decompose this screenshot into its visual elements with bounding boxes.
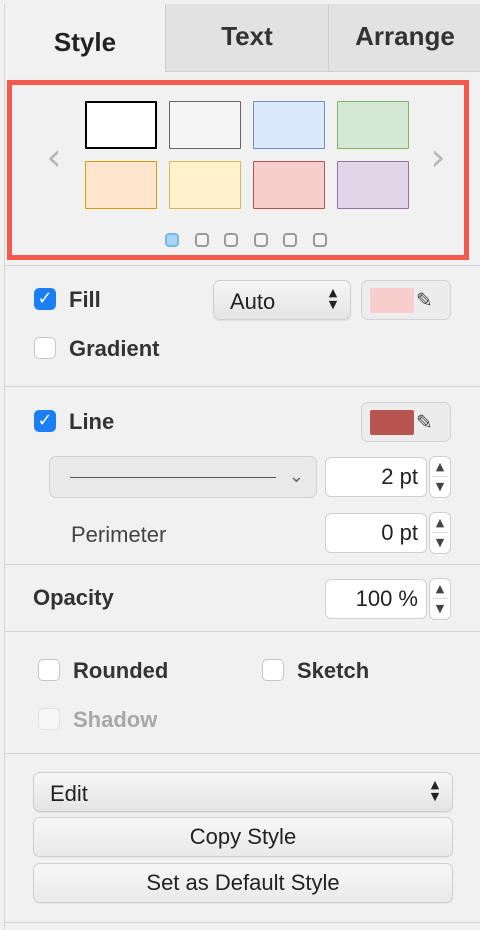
palette-page-dot[interactable] [283, 233, 297, 247]
style-swatch[interactable] [337, 161, 409, 209]
shadow-label: Shadow [73, 707, 158, 732]
eyedropper-icon[interactable]: ✎ [416, 288, 440, 312]
line-checkbox[interactable]: ✓ [34, 410, 56, 432]
perimeter-stepper[interactable]: ▲ ▼ [429, 512, 451, 554]
line-width-stepper[interactable]: ▲ ▼ [429, 456, 451, 498]
sketch-label: Sketch [297, 658, 370, 683]
style-swatch[interactable] [169, 161, 241, 209]
edit-select[interactable]: Edit ▲ ▼ [33, 772, 453, 812]
eyedropper-icon[interactable]: ✎ [416, 410, 440, 434]
tab-arrange[interactable]: Arrange [328, 4, 480, 72]
style-swatch[interactable] [85, 161, 157, 209]
opacity-label: Opacity [33, 585, 114, 610]
divider [5, 265, 480, 266]
palette-page-dot[interactable] [194, 233, 209, 247]
style-swatch[interactable] [253, 101, 325, 149]
chevron-left-icon[interactable]: ‹ [42, 137, 66, 177]
style-swatch[interactable] [253, 161, 325, 209]
fill-mode-select[interactable]: Auto ▲ ▼ [213, 280, 351, 320]
fill-color-swatch [370, 288, 414, 313]
tab-text-label: Text [221, 21, 273, 51]
palette-page-dot[interactable] [253, 233, 268, 247]
fill-label: Fill [69, 287, 101, 312]
updown-arrows-icon: ▲ ▼ [430, 778, 440, 803]
chevron-down-icon: ⌄ [288, 466, 304, 487]
updown-arrows-icon: ▲ ▼ [328, 286, 338, 311]
format-panel: Style Text Arrange ‹ › ✓ Fill Auto ▲ ▼ ✎ … [4, 4, 480, 930]
copy-style-button[interactable]: Copy Style [33, 817, 453, 857]
line-label: Line [69, 409, 115, 434]
edit-select-value: Edit [50, 781, 88, 806]
chevron-right-icon[interactable]: › [426, 137, 450, 177]
divider [5, 753, 480, 754]
tab-style[interactable]: Style [5, 4, 165, 72]
line-pattern-preview [70, 477, 276, 478]
fill-color-well[interactable]: ✎ [361, 280, 451, 320]
divider [5, 922, 480, 923]
shadow-checkbox[interactable] [38, 708, 60, 730]
perimeter-field[interactable]: 0 pt [325, 513, 427, 553]
divider [5, 386, 480, 387]
set-default-style-button[interactable]: Set as Default Style [33, 863, 453, 903]
opacity-stepper[interactable]: ▲ ▼ [429, 578, 451, 620]
rounded-checkbox[interactable] [38, 659, 60, 681]
style-swatch[interactable] [337, 101, 409, 149]
divider [5, 631, 480, 632]
divider [5, 564, 480, 565]
rounded-label: Rounded [73, 658, 169, 683]
sketch-checkbox[interactable] [262, 659, 284, 681]
line-color-swatch [370, 410, 414, 435]
palette-page-dot[interactable] [224, 233, 238, 247]
palette-page-dot[interactable] [312, 233, 327, 247]
line-color-well[interactable]: ✎ [361, 402, 451, 442]
opacity-field[interactable]: 100 % [325, 579, 427, 619]
fill-mode-value: Auto [230, 289, 276, 314]
line-pattern-select[interactable]: ⌄ [49, 456, 317, 498]
gradient-label: Gradient [69, 336, 160, 361]
tab-bar: Style Text Arrange [5, 4, 480, 72]
perimeter-label: Perimeter [71, 522, 167, 547]
style-swatch[interactable] [85, 101, 157, 149]
style-swatch[interactable] [169, 101, 241, 149]
gradient-checkbox[interactable] [34, 337, 56, 359]
tab-arrange-label: Arrange [355, 21, 455, 51]
palette-page-dot[interactable] [165, 233, 179, 247]
line-width-field[interactable]: 2 pt [325, 457, 427, 497]
tab-style-label: Style [53, 26, 117, 57]
fill-checkbox[interactable]: ✓ [34, 288, 56, 310]
style-palette: ‹ › [7, 80, 469, 260]
tab-text[interactable]: Text [165, 4, 328, 72]
